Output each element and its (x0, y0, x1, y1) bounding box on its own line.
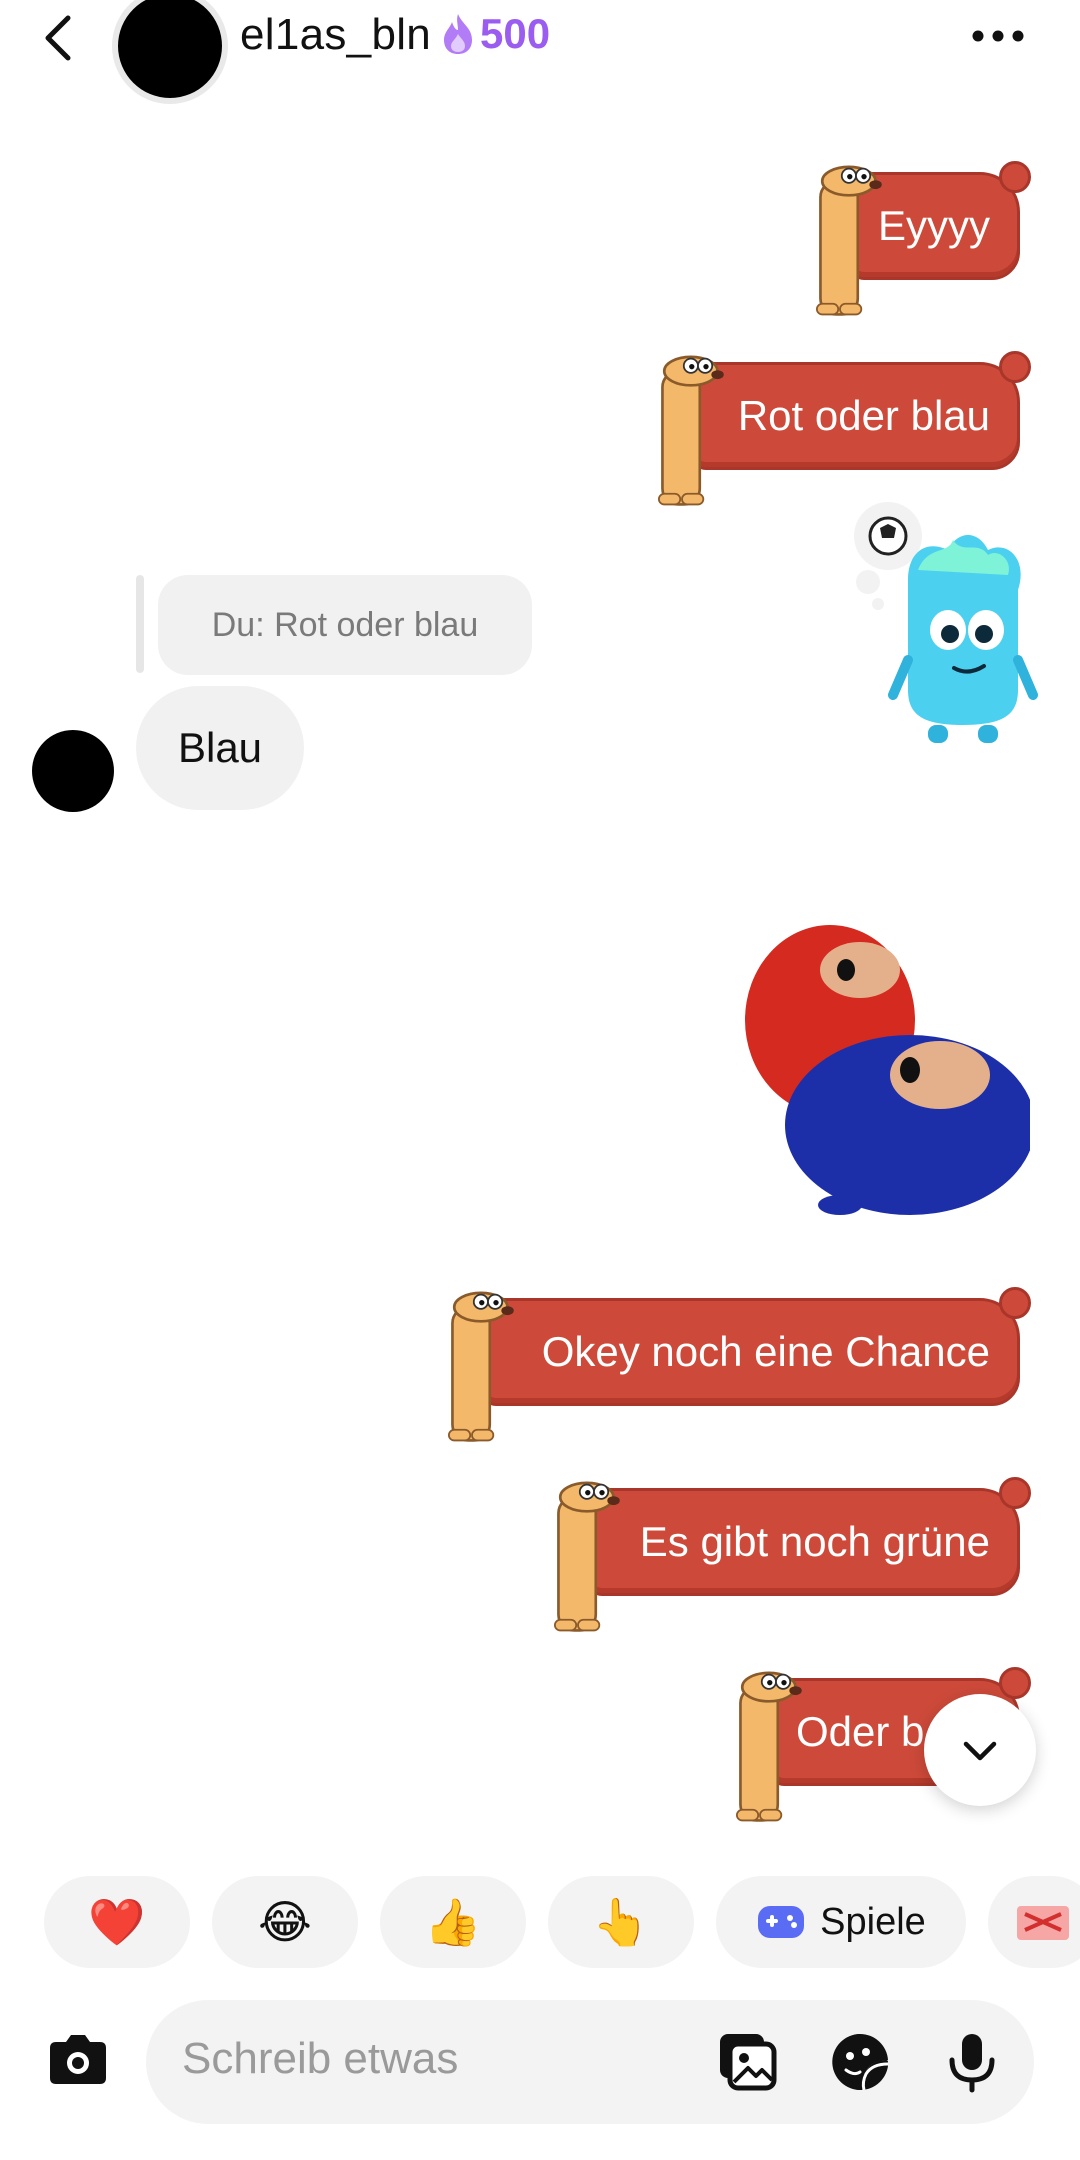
chevron-down-icon (963, 1741, 997, 1761)
laugh-icon: 😂 (258, 1896, 312, 1948)
dog-sticker-icon (657, 355, 726, 506)
scroll-to-bottom-button[interactable] (924, 1694, 1036, 1806)
quick-reaction-heart[interactable]: ❤️ (44, 1876, 190, 1968)
message-text: Es gibt noch grüne (639, 1518, 990, 1565)
heart-icon: ❤️ (88, 1895, 146, 1948)
gallery-icon[interactable] (716, 2030, 780, 2094)
message-bubble-outgoing[interactable]: Eyyyy (808, 150, 1031, 316)
back-icon[interactable] (30, 8, 90, 68)
dog-sticker-icon (553, 1481, 622, 1632)
message-text: Oder b (796, 1708, 925, 1755)
reply-quote[interactable]: Du: Rot oder blau (158, 575, 532, 675)
monster-sticker-icon[interactable] (838, 500, 1038, 750)
thumbs-up-icon: 👍 (424, 1895, 482, 1948)
microphone-icon[interactable] (940, 2030, 1004, 2094)
sticker-icon[interactable] (828, 2030, 892, 2094)
camera-icon[interactable] (44, 2026, 112, 2094)
message-bubble-outgoing[interactable]: Okey noch eine Chance (440, 1276, 1031, 1442)
flame-icon (444, 14, 472, 54)
avatar[interactable] (32, 730, 114, 812)
pointing-hand-icon: 👆 (592, 1895, 650, 1948)
gift-icon (1017, 1906, 1069, 1940)
streak-count: 500 (480, 10, 551, 57)
quick-reaction-thumbs-up[interactable]: 👍 (380, 1876, 526, 1968)
gift-button[interactable] (988, 1876, 1080, 1968)
message-bubble-outgoing[interactable]: Es gibt noch grüne (546, 1466, 1031, 1632)
reply-indicator (136, 575, 144, 673)
message-bubble-incoming[interactable]: Blau (136, 686, 304, 810)
message-input-placeholder: Schreib etwas (182, 2034, 459, 2083)
message-text: Eyyyy (877, 202, 990, 249)
username[interactable]: el1as_bln (240, 10, 431, 60)
message-bubble-outgoing[interactable]: Rot oder blau (650, 340, 1031, 506)
gamepad-icon (758, 1906, 805, 1938)
dog-sticker-icon (447, 1291, 516, 1442)
streak-badge: 500 (440, 10, 550, 58)
quick-reaction-point[interactable]: 👆 (548, 1876, 694, 1968)
games-label: Spiele (820, 1900, 926, 1943)
message-text: Okey noch eine Chance (541, 1328, 990, 1375)
message-text: Rot oder blau (737, 392, 990, 439)
knuckles-sticker-icon[interactable] (710, 900, 1030, 1220)
more-icon[interactable] (968, 24, 1028, 48)
avatar[interactable] (118, 0, 222, 98)
games-button[interactable]: Spiele (716, 1876, 966, 1968)
quick-reaction-laugh[interactable]: 😂 (212, 1876, 358, 1968)
dog-sticker-icon (815, 165, 884, 316)
dog-sticker-icon (735, 1671, 804, 1822)
